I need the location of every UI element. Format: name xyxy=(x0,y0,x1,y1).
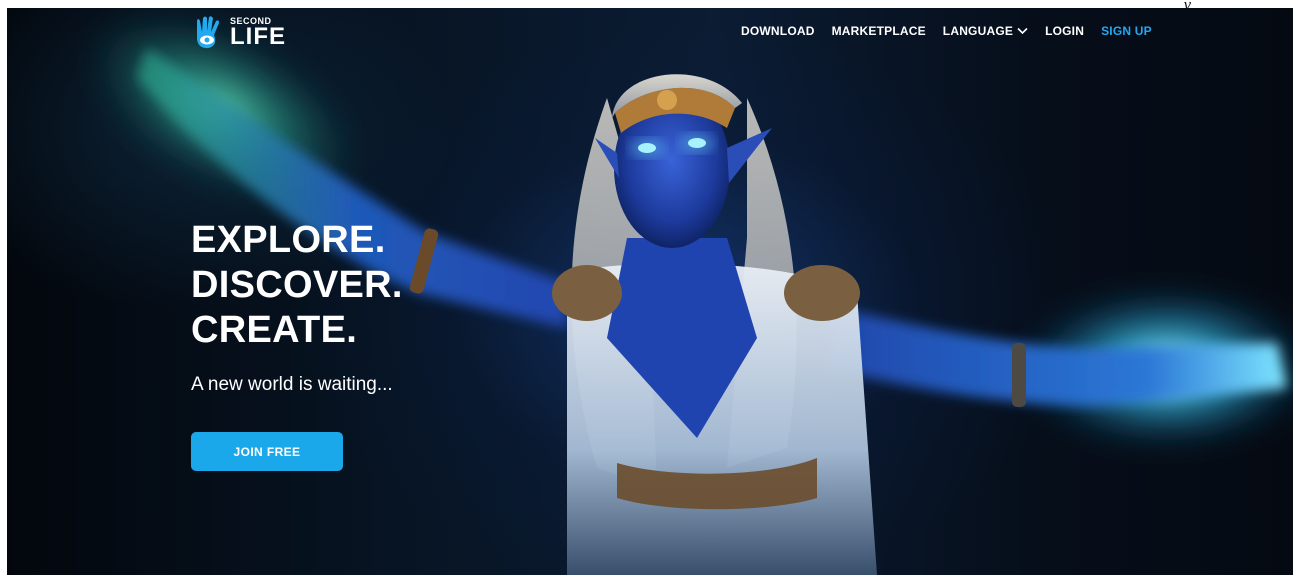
logo-wordmark: SECOND LIFE xyxy=(230,17,286,49)
hero-section: SECOND LIFE DOWNLOAD MARKETPLACE LANGUAG… xyxy=(7,8,1293,575)
second-life-logo[interactable]: SECOND LIFE xyxy=(192,12,286,54)
nav-language-label: LANGUAGE xyxy=(942,24,1014,38)
nav-language-dropdown[interactable]: LANGUAGE xyxy=(943,24,1028,38)
headline-line-create: CREATE. xyxy=(191,309,358,351)
nav-download-link[interactable]: DOWNLOAD xyxy=(741,24,815,38)
hand-eye-icon xyxy=(197,16,219,49)
logo-text-life: LIFE xyxy=(230,23,286,50)
chevron-down-icon xyxy=(1017,27,1028,35)
hero-tagline: A new world is waiting... xyxy=(191,374,393,395)
page: y SECOND LIFE DOWNLOAD MARKETPLACE LANGU… xyxy=(0,0,1293,575)
headline-line-discover: DISCOVER. xyxy=(191,264,403,306)
nav-signup-link[interactable]: SIGN UP xyxy=(1101,24,1152,38)
hero-headline: EXPLORE. DISCOVER. CREATE. xyxy=(191,218,403,353)
headline-line-explore: EXPLORE. xyxy=(191,219,386,261)
top-navigation: DOWNLOAD MARKETPLACE LANGUAGE LOGIN SIGN… xyxy=(741,24,1152,38)
join-free-button[interactable]: JOIN FREE xyxy=(191,432,343,471)
nav-login-link[interactable]: LOGIN xyxy=(1045,24,1084,38)
nav-marketplace-link[interactable]: MARKETPLACE xyxy=(832,24,926,38)
